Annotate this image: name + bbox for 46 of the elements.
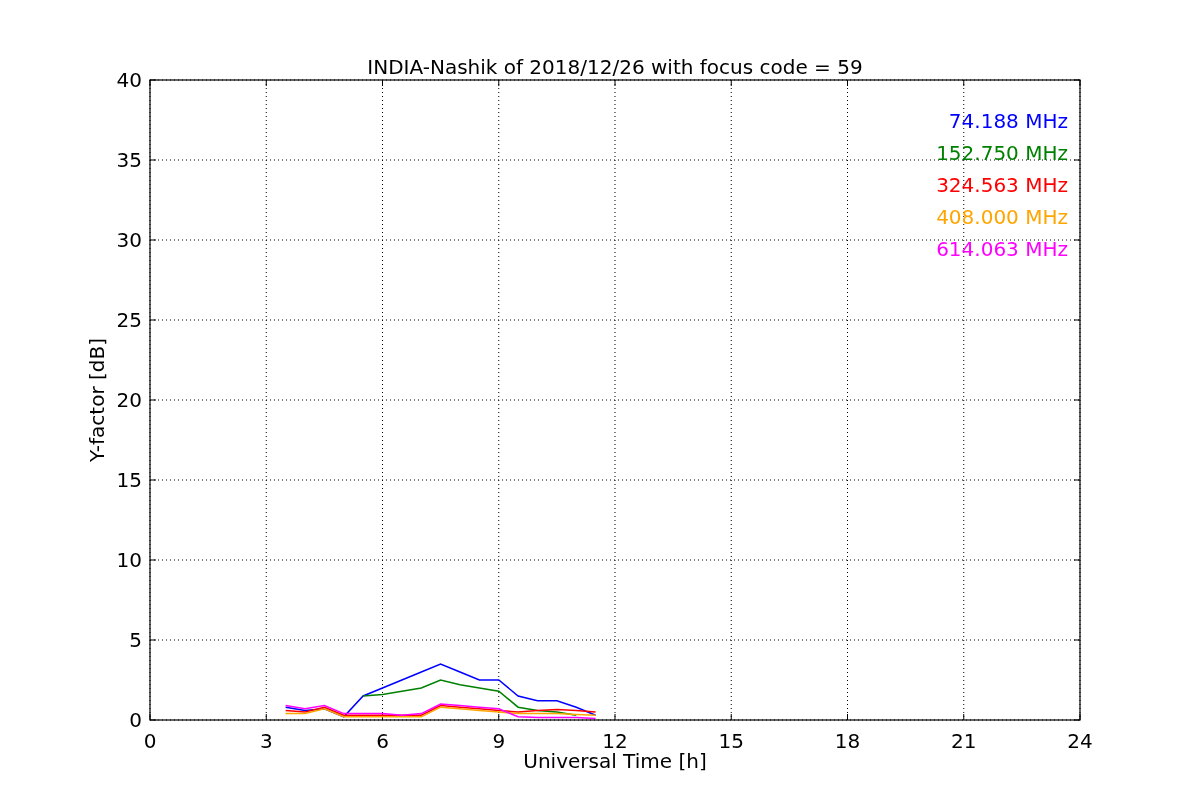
y-tick-label: 35 bbox=[116, 148, 142, 172]
chart-title: INDIA-Nashik of 2018/12/26 with focus code = 59 bbox=[367, 55, 863, 79]
tick-mark bbox=[1073, 319, 1081, 321]
tick-mark bbox=[149, 639, 157, 641]
y-tick-label: 10 bbox=[116, 548, 142, 572]
y-tick-label: 15 bbox=[116, 468, 142, 492]
tick-mark bbox=[1073, 159, 1081, 161]
tick-mark bbox=[1073, 479, 1081, 481]
tick-mark bbox=[963, 79, 965, 87]
tick-mark bbox=[498, 79, 500, 87]
tick-mark bbox=[149, 399, 157, 401]
tick-mark bbox=[614, 79, 616, 87]
tick-mark bbox=[1073, 639, 1081, 641]
tick-mark bbox=[1073, 239, 1081, 241]
tick-mark bbox=[1073, 559, 1081, 561]
x-tick-label: 3 bbox=[259, 729, 273, 753]
legend-label: 614.063 MHz bbox=[936, 237, 1068, 261]
tick-mark bbox=[149, 239, 157, 241]
tick-mark bbox=[149, 559, 157, 561]
tick-mark bbox=[149, 319, 157, 321]
y-axis-label: Y-factor [dB] bbox=[85, 338, 109, 462]
y-tick-label: 30 bbox=[116, 228, 142, 252]
tick-mark bbox=[382, 79, 383, 87]
legend-label: 324.563 MHz bbox=[936, 173, 1068, 197]
legend-label: 408.000 MHz bbox=[936, 205, 1068, 229]
tick-mark bbox=[149, 479, 157, 481]
tick-mark bbox=[730, 79, 732, 87]
x-tick-label: 24 bbox=[1067, 729, 1093, 753]
y-tick-label: 20 bbox=[116, 388, 142, 412]
x-tick-label: 6 bbox=[376, 729, 389, 753]
tick-mark bbox=[149, 159, 157, 161]
legend-label: 152.750 MHz bbox=[936, 141, 1068, 165]
tick-mark bbox=[1073, 399, 1081, 401]
x-tick-label: 15 bbox=[718, 729, 744, 753]
tick-mark bbox=[265, 79, 267, 87]
y-tick-label: 25 bbox=[116, 308, 142, 332]
legend-label: 74.188 MHz bbox=[948, 109, 1068, 133]
y-tick-label: 40 bbox=[116, 68, 142, 92]
x-tick-label: 21 bbox=[951, 729, 977, 753]
x-tick-label: 18 bbox=[834, 729, 861, 753]
x-tick-label: 9 bbox=[492, 729, 506, 753]
tick-mark bbox=[847, 79, 848, 87]
tick-mark bbox=[498, 713, 500, 721]
y-tick-label: 0 bbox=[129, 708, 142, 732]
y-tick-label: 5 bbox=[129, 628, 142, 652]
x-tick-label: 0 bbox=[143, 729, 157, 753]
